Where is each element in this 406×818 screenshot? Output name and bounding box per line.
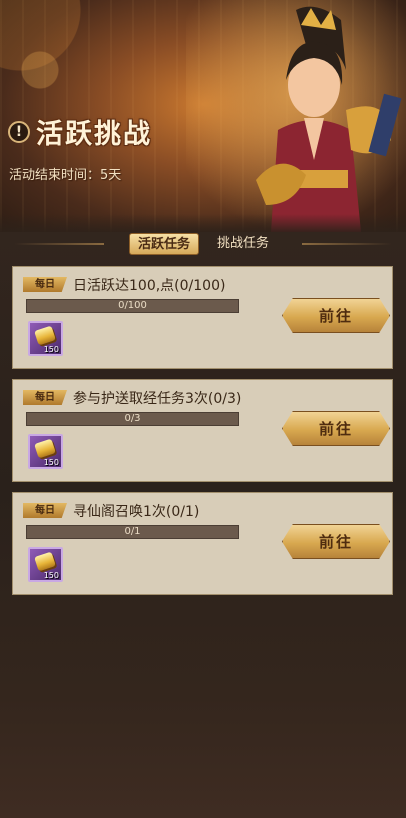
info-alert-icon[interactable]: !: [8, 120, 30, 143]
go-button[interactable]: 前往: [282, 411, 390, 446]
title-row: ! 活跃挑战: [8, 112, 152, 151]
tab-active-tasks[interactable]: 活跃任务: [128, 233, 199, 255]
task-progress-bar: 0/1: [26, 525, 239, 539]
gold-ingot-icon: [34, 325, 56, 346]
reward-item[interactable]: 150: [28, 434, 63, 469]
reward-count: 150: [43, 458, 59, 467]
gold-ingot-icon: [34, 438, 56, 459]
reward-item[interactable]: 150: [28, 547, 63, 582]
tab-challenge-tasks[interactable]: 挑战任务: [209, 233, 277, 255]
go-button[interactable]: 前往: [282, 524, 390, 559]
progress-text: 0/3: [124, 413, 141, 424]
reward-count: 150: [43, 571, 59, 580]
reward-count: 150: [43, 345, 59, 354]
go-button-label: 前往: [318, 533, 353, 551]
daily-tag: 每日: [23, 277, 67, 292]
progress-text: 0/1: [124, 526, 141, 537]
task-card: 每日 日活跃达100,点(0/100) 0/100 150 前往: [12, 266, 393, 369]
go-button[interactable]: 前往: [282, 298, 390, 333]
gold-ingot-icon: [34, 551, 56, 572]
go-button-label: 前往: [318, 307, 353, 325]
task-name: 寻仙阁召唤1次(0/1): [73, 504, 200, 520]
task-name: 参与护送取经任务3次(0/3): [73, 391, 242, 407]
task-progress-bar: 0/100: [26, 299, 239, 313]
go-button-label: 前往: [318, 420, 353, 438]
task-name: 日活跃达100,点(0/100): [73, 278, 226, 294]
task-progress-bar: 0/3: [26, 412, 239, 426]
daily-tag: 每日: [23, 503, 67, 518]
event-end-time: 活动结束时间：5天: [9, 168, 122, 183]
progress-text: 0/100: [118, 300, 147, 311]
event-banner: ! 活跃挑战 活动结束时间：5天: [0, 0, 406, 232]
page-title: 活跃挑战: [36, 119, 152, 150]
reward-item[interactable]: 150: [28, 321, 63, 356]
tab-bar: 活跃任务 挑战任务: [0, 230, 406, 258]
task-card: 每日 寻仙阁召唤1次(0/1) 0/1 150 前往: [12, 492, 393, 595]
daily-tag: 每日: [23, 390, 67, 405]
task-card: 每日 参与护送取经任务3次(0/3) 0/3 150 前往: [12, 379, 393, 482]
hero-character-art: [186, 0, 406, 232]
